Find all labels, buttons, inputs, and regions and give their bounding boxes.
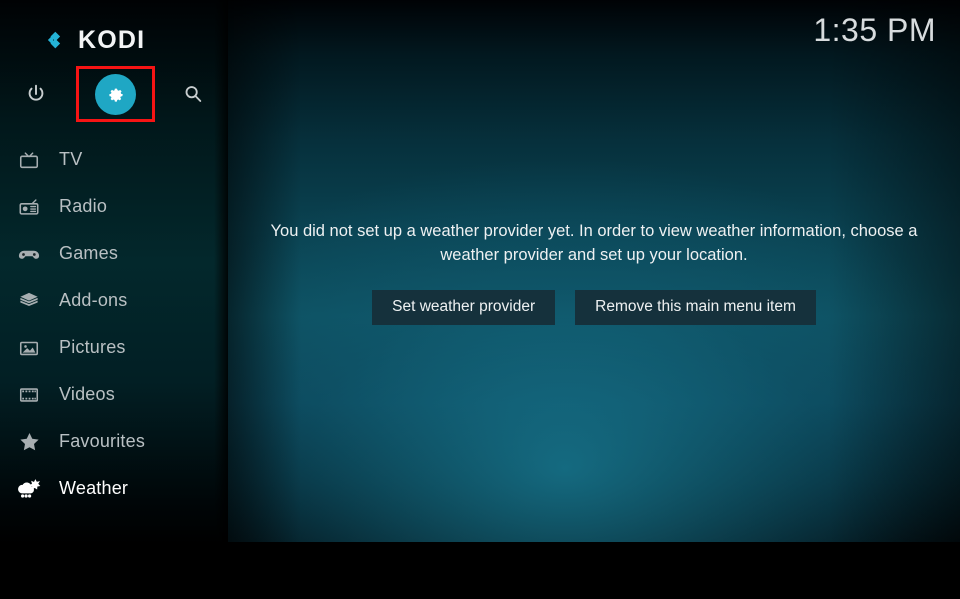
weather-icon	[9, 474, 49, 504]
remove-main-menu-item-button[interactable]: Remove this main menu item	[575, 289, 816, 326]
film-strip-icon	[9, 380, 49, 410]
sidebar-item-label: Add-ons	[59, 290, 128, 310]
action-button-row: Set weather provider Remove this main me…	[372, 289, 816, 326]
kodi-home-screen: KODI TV Radio Games Add-ons Pictures Vid…	[0, 0, 960, 599]
search-button[interactable]	[165, 66, 221, 122]
search-icon	[185, 86, 202, 102]
main-content: You did not set up a weather provider ye…	[228, 0, 960, 545]
sidebar-item-tv[interactable]: TV	[0, 136, 228, 183]
app-logo: KODI	[40, 26, 145, 54]
sidebar-item-label: TV	[59, 149, 83, 169]
sidebar-item-label: Favourites	[59, 431, 146, 451]
clock: 1:35 PM	[813, 12, 936, 48]
sidebar-item-add-ons[interactable]: Add-ons	[0, 277, 228, 324]
power-button[interactable]	[8, 66, 64, 122]
radio-icon	[9, 192, 49, 222]
picture-icon	[9, 333, 49, 363]
settings-button[interactable]	[87, 66, 143, 122]
tv-icon	[9, 145, 49, 175]
set-weather-provider-button[interactable]: Set weather provider	[372, 289, 556, 326]
top-icon-bar	[0, 66, 228, 122]
sidebar-item-favourites[interactable]: Favourites	[0, 418, 228, 465]
sidebar-item-videos[interactable]: Videos	[0, 371, 228, 418]
sidebar-item-weather[interactable]: Weather	[0, 465, 228, 512]
sidebar-item-label: Games	[59, 243, 119, 263]
star-icon	[9, 427, 49, 457]
gear-icon	[108, 88, 123, 102]
addons-box-icon	[9, 286, 49, 316]
sidebar-item-pictures[interactable]: Pictures	[0, 324, 228, 371]
kodi-logo-icon	[47, 31, 61, 49]
bottom-letterbox	[0, 542, 960, 599]
main-menu-list: TV Radio Games Add-ons Pictures Videos F…	[0, 136, 228, 512]
sidebar-item-label: Weather	[59, 478, 129, 498]
weather-setup-notice: You did not set up a weather provider ye…	[270, 221, 918, 264]
app-logo-text: KODI	[78, 25, 146, 54]
sidebar-item-radio[interactable]: Radio	[0, 183, 228, 230]
power-icon	[28, 84, 44, 101]
settings-button-circle	[94, 73, 136, 115]
sidebar-item-label: Radio	[59, 196, 108, 216]
sidebar-item-label: Videos	[59, 384, 115, 404]
gamepad-icon	[9, 239, 49, 269]
sidebar-item-games[interactable]: Games	[0, 230, 228, 277]
sidebar-item-label: Pictures	[59, 337, 126, 357]
